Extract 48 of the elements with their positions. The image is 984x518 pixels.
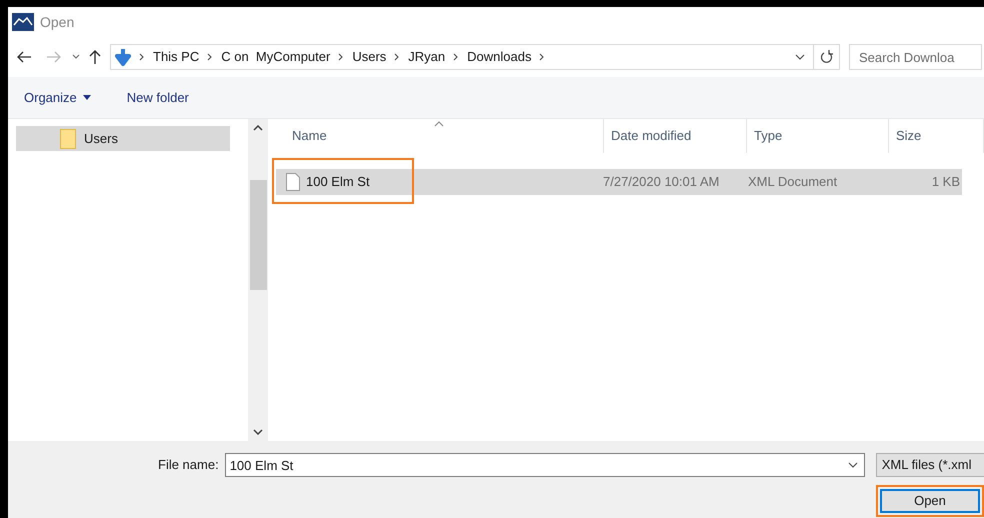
chevron-icon — [453, 53, 460, 61]
sidebar-item[interactable]: Users — [16, 126, 230, 151]
breadcrumb-item[interactable]: Users — [352, 47, 386, 67]
sidebar-item-label: Users — [84, 130, 118, 148]
open-button[interactable]: Open — [880, 489, 980, 513]
search-field[interactable]: Search Downloa — [849, 44, 982, 70]
up-arrow-icon[interactable] — [88, 49, 102, 65]
chevron-icon — [539, 53, 546, 61]
address-bar[interactable]: This PC C on MyComputer Users JRyan Downloads — [110, 44, 814, 70]
chevron-icon — [338, 53, 344, 61]
organize-button[interactable]: Organize — [24, 88, 91, 108]
breadcrumb-item[interactable]: Downloads — [467, 47, 532, 67]
refresh-button[interactable] — [814, 44, 840, 70]
scrollbar[interactable] — [248, 119, 268, 441]
file-name-label: File name: — [158, 456, 219, 474]
size-cell-text: 1 KB — [930, 173, 960, 192]
refresh-icon — [820, 50, 832, 64]
scroll-up-icon[interactable] — [253, 125, 263, 131]
file-name-cell-text: 100 Elm St — [306, 173, 370, 192]
breadcrumb-item[interactable]: C on MyComputer — [221, 47, 330, 67]
app-logo-icon — [12, 13, 34, 31]
caret-icon[interactable] — [72, 54, 80, 60]
file-type-dropdown[interactable]: XML files (*.xml — [876, 453, 984, 477]
column-header[interactable]: Size — [888, 119, 983, 153]
breadcrumb-item[interactable]: This PC — [153, 47, 200, 67]
new-folder-button[interactable]: New folder — [126, 88, 189, 108]
dropdown-caret-icon[interactable] — [795, 54, 805, 60]
date-cell-text: 7/27/2020 10:01 AM — [603, 173, 720, 192]
file-name-field[interactable]: 100 Elm St — [224, 453, 865, 477]
type-cell-text: XML Document — [747, 173, 838, 192]
folder-icon — [60, 128, 76, 148]
scrollbar-thumb[interactable] — [250, 180, 266, 290]
download-arrow-icon — [115, 48, 131, 66]
chevron-icon — [394, 53, 400, 61]
breadcrumb-item[interactable]: JRyan — [408, 47, 446, 67]
chevron-icon — [207, 53, 214, 61]
document-icon — [286, 173, 300, 191]
chevron-icon — [139, 53, 145, 61]
column-header[interactable]: Date modified — [603, 119, 746, 153]
back-arrow-icon[interactable] — [16, 50, 32, 64]
dropdown-caret-icon[interactable] — [848, 462, 858, 468]
caret-icon — [82, 95, 91, 100]
column-header[interactable]: Type — [746, 119, 888, 153]
column-header[interactable]: Name — [276, 119, 603, 153]
scroll-down-icon[interactable] — [253, 429, 263, 435]
window-title: Open — [40, 12, 74, 32]
sort-caret-icon — [434, 121, 444, 127]
file-row[interactable]: 100 Elm St 7/27/2020 10:01 AM XML Document 1 KB — [276, 169, 962, 195]
